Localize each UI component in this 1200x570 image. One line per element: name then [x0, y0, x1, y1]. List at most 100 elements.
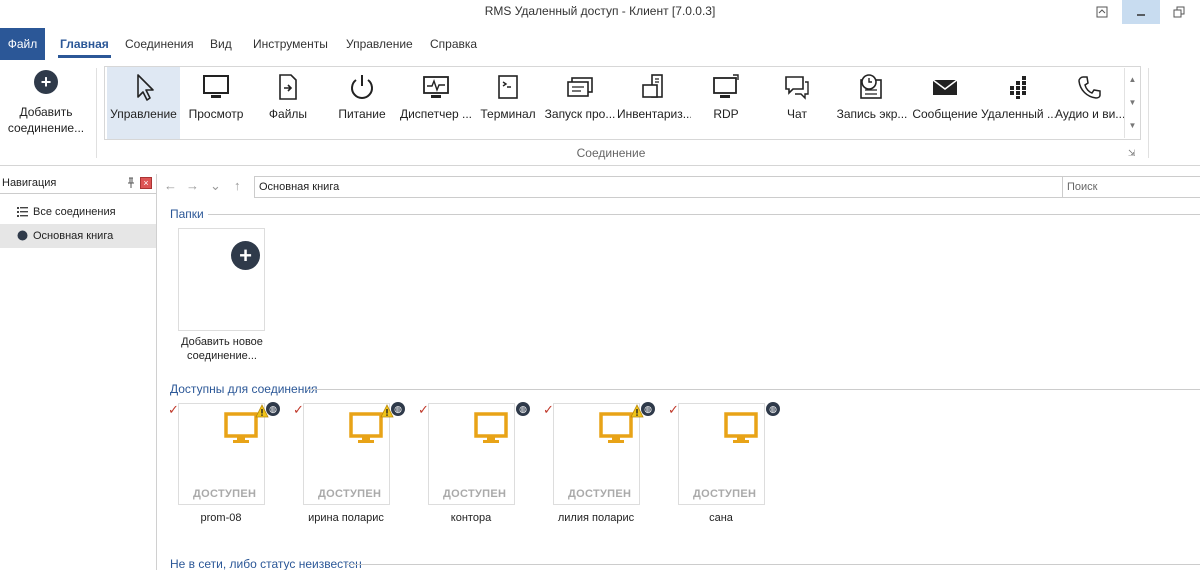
ribbon: + Добавить соединение... Управление Прос… [0, 60, 1200, 166]
tab-home[interactable]: Главная [50, 28, 119, 60]
tab-file[interactable]: Файл [0, 28, 45, 60]
message-button[interactable]: Сообщение [909, 67, 981, 139]
screen-record-icon [835, 67, 909, 107]
tab-help[interactable]: Справка [420, 28, 487, 60]
menu-bar: Файл Главная Соединения Вид Инструменты … [0, 28, 1200, 60]
group-launcher-icon[interactable]: ⇲ [1128, 148, 1136, 159]
ribbon-separator [96, 68, 97, 158]
minimize-icon [1137, 14, 1145, 16]
connection-card[interactable]: ДОСТУПЕН [428, 403, 515, 505]
files-button-label: Файлы [268, 107, 308, 121]
restore-icon [1173, 6, 1185, 18]
connection-card[interactable]: ДОСТУПЕН [553, 403, 644, 505]
connection-tile[interactable]: ✓ ДОСТУПЕН ◍ лилия поларис [543, 402, 663, 527]
connection-name: контора [450, 512, 492, 524]
envelope-icon [909, 67, 981, 107]
add-connection-tile[interactable]: + [178, 228, 265, 331]
minimize-button[interactable] [1122, 0, 1160, 24]
connection-tile[interactable]: ✓ ДОСТУПЕН ◍ ирина поларис [293, 402, 413, 527]
run-program-button-label: Запуск про... [544, 107, 616, 121]
restore-button[interactable] [1160, 0, 1198, 24]
ribbon-separator-right [1148, 68, 1149, 158]
monitor-icon [599, 412, 633, 443]
window-title: RMS Удаленный доступ - Клиент [7.0.0.3] [484, 4, 716, 18]
globe-icon: ◍ [266, 402, 280, 416]
list-icon [17, 207, 28, 217]
file-transfer-icon [253, 67, 323, 107]
control-button[interactable]: Управление [107, 67, 180, 139]
book-icon [17, 230, 28, 241]
tab-connections[interactable]: Соединения [115, 28, 204, 60]
globe-icon: ◍ [391, 402, 405, 416]
pin-icon[interactable] [126, 177, 136, 192]
path-field[interactable]: Основная книга [254, 176, 1200, 198]
close-panel-icon[interactable]: × [140, 177, 152, 189]
connection-tile[interactable]: ✓ ДОСТУПЕН ◍ сана [668, 402, 788, 527]
run-program-icon [543, 67, 617, 107]
navigation-header: Навигация × [0, 174, 156, 194]
remote-install-button[interactable]: Удаленный ... [981, 67, 1055, 139]
status-label: ДОСТУПЕН [193, 488, 257, 500]
task-manager-button[interactable]: Диспетчер ... [399, 67, 473, 139]
ribbon-collapse-button[interactable] [1083, 0, 1121, 24]
connection-name: ирина поларис [308, 512, 384, 524]
control-button-label: Управление [110, 107, 177, 121]
tab-view[interactable]: Вид [200, 28, 242, 60]
status-label: ДОСТУПЕН [693, 488, 757, 500]
inventory-icon [617, 67, 691, 107]
nav-item-main-book[interactable]: Основная книга [0, 224, 156, 248]
gallery-up-icon[interactable]: ▲ [1125, 68, 1140, 91]
connection-card[interactable]: ДОСТУПЕН [178, 403, 269, 505]
phone-icon [1055, 67, 1125, 107]
add-connection-button[interactable]: + Добавить соединение... [6, 70, 86, 136]
rdp-button[interactable]: RDP [691, 67, 761, 139]
panel-divider[interactable] [156, 174, 157, 570]
inventory-button[interactable]: Инвентариз... [617, 67, 691, 139]
nav-item-label: Основная книга [33, 230, 114, 242]
terminal-icon [475, 67, 541, 107]
tab-management[interactable]: Управление [336, 28, 423, 60]
gallery-down-icon[interactable]: ▼ [1125, 91, 1140, 114]
audio-video-button[interactable]: Аудио и ви... [1055, 67, 1125, 139]
task-manager-button-label: Диспетчер ... [399, 107, 473, 121]
available-divider [306, 389, 1200, 390]
connection-tile[interactable]: ✓ ДОСТУПЕН ◍ prom-08 [168, 402, 288, 527]
chat-icon [761, 67, 833, 107]
connection-group: Управление Просмотр Файлы Питание Диспет… [104, 66, 1141, 140]
cursor-icon [107, 67, 180, 107]
status-label: ДОСТУПЕН [568, 488, 632, 500]
plus-icon: + [231, 241, 260, 270]
nav-item-label: Все соединения [33, 206, 116, 218]
gallery-expand-icon[interactable]: ▼ [1125, 114, 1140, 137]
tab-tools[interactable]: Инструменты [243, 28, 338, 60]
nav-item-all-connections[interactable]: Все соединения [0, 200, 156, 224]
chat-button[interactable]: Чат [761, 67, 833, 139]
terminal-button[interactable]: Терминал [475, 67, 541, 139]
folders-section-title: Папки [170, 207, 204, 221]
connection-card[interactable]: ДОСТУПЕН [678, 403, 765, 505]
files-button[interactable]: Файлы [253, 67, 323, 139]
connection-name: сана [709, 512, 733, 524]
address-bar: ← → ⌄ ↑ Основная книга Поиск [158, 174, 1200, 200]
navigation-list: Все соединения Основная книга [0, 200, 156, 248]
forward-icon[interactable]: → [186, 178, 199, 193]
rdp-button-label: RDP [713, 107, 739, 121]
rdp-icon [691, 67, 761, 107]
power-button[interactable]: Питание [325, 67, 399, 139]
connection-name: лилия поларис [557, 512, 635, 524]
connection-card[interactable]: ДОСТУПЕН [303, 403, 394, 505]
connection-name: prom-08 [200, 512, 242, 524]
screen-record-button[interactable]: Запись экр... [835, 67, 909, 139]
audio-video-button-label: Аудио и ви... [1055, 107, 1125, 121]
history-dropdown-icon[interactable]: ⌄ [210, 178, 221, 194]
connection-tile[interactable]: ✓ ДОСТУПЕН ◍ контора [418, 402, 538, 527]
title-bar: RMS Удаленный доступ - Клиент [7.0.0.3] [0, 0, 1200, 24]
task-manager-icon [399, 67, 473, 107]
search-input[interactable]: Поиск [1062, 176, 1200, 198]
view-button[interactable]: Просмотр [181, 67, 251, 139]
up-icon[interactable]: ↑ [234, 178, 241, 193]
folders-divider [208, 214, 1200, 215]
run-program-button[interactable]: Запуск про... [543, 67, 617, 139]
back-icon[interactable]: ← [164, 178, 177, 193]
ribbon-gallery-scroll[interactable]: ▲ ▼ ▼ [1124, 68, 1140, 138]
